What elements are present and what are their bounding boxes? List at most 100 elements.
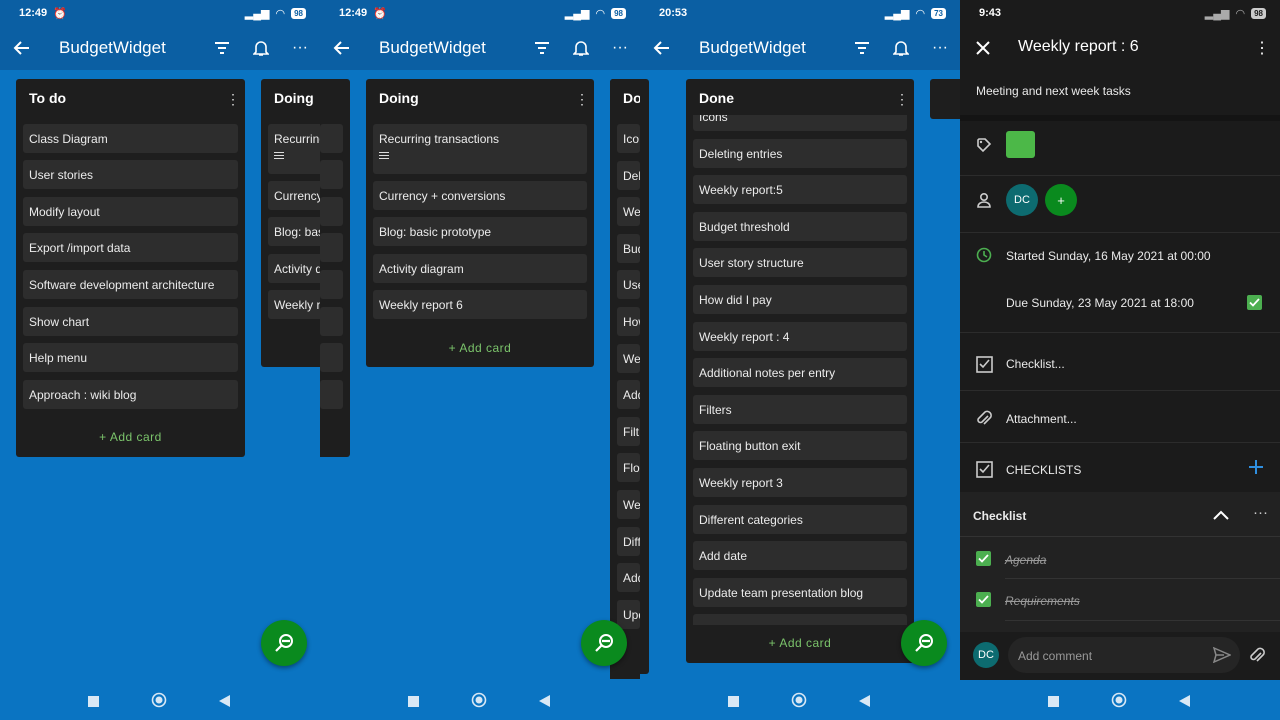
card[interactable]: Class Diagram: [23, 124, 238, 153]
card[interactable]: Different categories: [693, 504, 907, 534]
card[interactable]: Use: [617, 270, 640, 300]
card[interactable]: Add: [617, 563, 640, 593]
filter-icon[interactable]: [850, 36, 874, 60]
card[interactable]: Blog: basic prototype: [373, 217, 587, 246]
add-attachment-action[interactable]: Attachment...: [1006, 412, 1077, 426]
list-menu-icon[interactable]: ⋮: [575, 90, 589, 108]
start-date[interactable]: Started Sunday, 16 May 2021 at 00:00: [1006, 249, 1211, 263]
card[interactable]: Upd: [617, 599, 640, 629]
checklist-item-checkbox[interactable]: [976, 592, 991, 607]
collapse-chevron-icon[interactable]: [1213, 507, 1229, 525]
comment-attach-icon[interactable]: [1249, 646, 1265, 669]
add-checklist-plus-icon[interactable]: [1248, 459, 1264, 480]
card[interactable]: [320, 270, 343, 299]
card[interactable]: Recurring: [268, 124, 320, 174]
card[interactable]: [320, 343, 343, 372]
close-icon[interactable]: [971, 36, 995, 60]
add-checklist-action[interactable]: Checklist...: [1006, 357, 1065, 371]
card[interactable]: Add date: [693, 541, 907, 571]
back-nav-icon[interactable]: [859, 694, 870, 712]
card[interactable]: Icons: [693, 115, 907, 131]
due-complete-checkbox[interactable]: [1247, 295, 1262, 310]
recents-icon[interactable]: [1048, 694, 1059, 712]
card[interactable]: Weekly report:5: [693, 175, 907, 205]
list-menu-icon[interactable]: ⋮: [895, 90, 909, 108]
card[interactable]: Software development architecture: [23, 270, 238, 299]
comment-input[interactable]: Add comment: [1008, 637, 1240, 673]
list-menu-icon[interactable]: ⋮: [226, 90, 240, 108]
card[interactable]: Additional notes per entry: [693, 358, 907, 388]
filter-icon[interactable]: [530, 36, 554, 60]
card[interactable]: [693, 614, 907, 625]
card[interactable]: Add: [617, 380, 640, 410]
recents-icon[interactable]: [88, 694, 99, 712]
card[interactable]: User story structure: [693, 248, 907, 278]
card[interactable]: Help menu: [23, 343, 238, 372]
card[interactable]: [320, 197, 343, 226]
add-card-button[interactable]: + Add card: [16, 430, 245, 444]
card[interactable]: Weekly report : 4: [693, 321, 907, 351]
back-nav-icon[interactable]: [219, 694, 230, 712]
card[interactable]: Show chart: [23, 307, 238, 336]
card[interactable]: Blog: bas: [268, 217, 320, 246]
checklist-item[interactable]: Requirements: [1005, 594, 1080, 608]
card[interactable]: Filters: [693, 394, 907, 424]
checklist-item[interactable]: Agenda: [1005, 553, 1046, 567]
back-nav-icon[interactable]: [539, 694, 550, 712]
recents-icon[interactable]: [728, 694, 739, 712]
card[interactable]: Currency: [268, 181, 320, 210]
home-icon[interactable]: [791, 692, 807, 713]
card[interactable]: Budget threshold: [693, 211, 907, 241]
card[interactable]: [320, 160, 343, 189]
card[interactable]: [320, 307, 343, 336]
send-icon[interactable]: [1212, 646, 1232, 668]
card[interactable]: We: [617, 490, 640, 519]
home-icon[interactable]: [151, 692, 167, 713]
back-arrow-icon[interactable]: [10, 36, 34, 60]
home-icon[interactable]: [1111, 692, 1127, 713]
more-vert-icon[interactable]: ⋮: [1250, 36, 1274, 60]
zoom-fab[interactable]: [581, 620, 627, 666]
card[interactable]: Activity diagram: [373, 254, 587, 283]
bell-icon[interactable]: [889, 36, 913, 60]
more-icon[interactable]: ···: [608, 36, 632, 60]
card[interactable]: Currency + conversions: [373, 181, 587, 210]
card[interactable]: User stories: [23, 160, 238, 189]
card[interactable]: [320, 124, 343, 153]
card[interactable]: [320, 233, 343, 262]
label-color-swatch[interactable]: [1006, 131, 1035, 158]
card[interactable]: How: [617, 307, 640, 336]
card[interactable]: Modify layout: [23, 197, 238, 226]
add-card-button[interactable]: + Add card: [686, 636, 914, 650]
member-avatar[interactable]: DC: [1006, 184, 1038, 216]
more-icon[interactable]: ···: [928, 36, 952, 60]
card[interactable]: We: [617, 343, 640, 373]
more-icon[interactable]: ···: [288, 36, 312, 60]
card[interactable]: Export /import data: [23, 233, 238, 262]
card-description[interactable]: Meeting and next week tasks: [976, 84, 1131, 98]
add-member-button[interactable]: +: [1045, 184, 1077, 216]
card[interactable]: Weekly re: [268, 290, 320, 319]
zoom-fab[interactable]: [261, 620, 307, 666]
card[interactable]: Ico: [617, 124, 640, 153]
due-date[interactable]: Due Sunday, 23 May 2021 at 18:00: [1006, 296, 1194, 310]
card-title[interactable]: Weekly report : 6: [1018, 38, 1139, 56]
card[interactable]: [320, 380, 343, 409]
checklist-item-checkbox[interactable]: [976, 551, 991, 566]
card[interactable]: Floating button exit: [693, 431, 907, 461]
card[interactable]: Update team presentation blog: [693, 577, 907, 607]
add-card-button[interactable]: + Add card: [366, 341, 594, 355]
card[interactable]: Activity d: [268, 254, 320, 283]
home-icon[interactable]: [471, 692, 487, 713]
card[interactable]: Approach : wiki blog: [23, 380, 238, 409]
card[interactable]: We: [617, 197, 640, 227]
filter-icon[interactable]: [210, 36, 234, 60]
bell-icon[interactable]: [569, 36, 593, 60]
card[interactable]: Weekly report 6: [373, 290, 587, 319]
checklist-name[interactable]: Checklist: [973, 509, 1026, 523]
card[interactable]: Recurring transactions: [373, 124, 587, 174]
card-scroll-area[interactable]: Icons Deleting entries Weekly report:5 Budg…: [686, 115, 914, 625]
recents-icon[interactable]: [408, 694, 419, 712]
card[interactable]: Del: [617, 160, 640, 190]
back-arrow-icon[interactable]: [330, 36, 354, 60]
